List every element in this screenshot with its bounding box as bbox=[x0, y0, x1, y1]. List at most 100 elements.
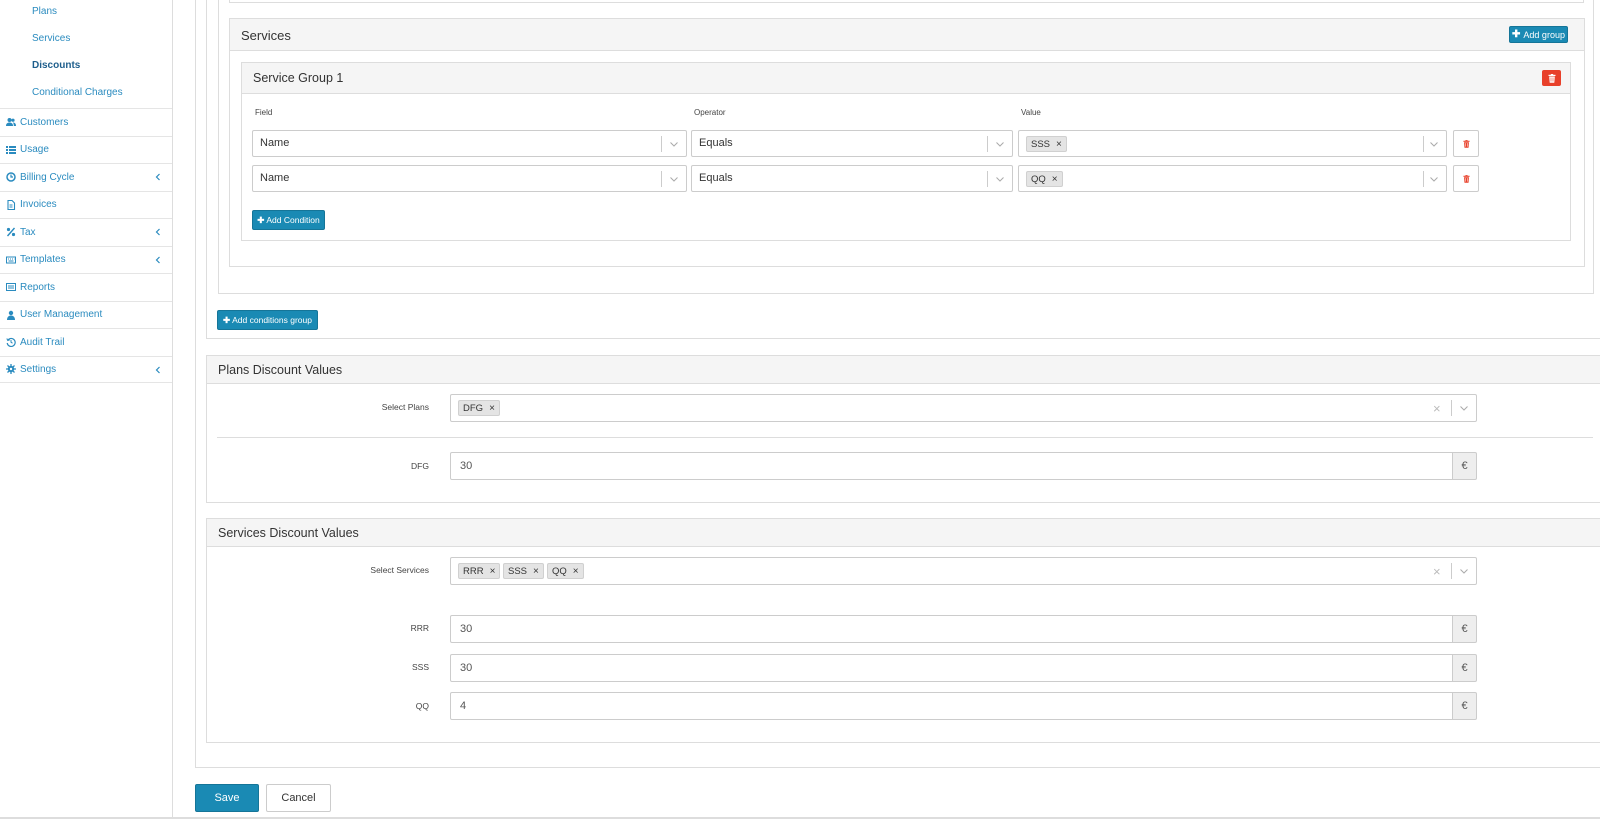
plus-icon: ✚ bbox=[257, 214, 265, 225]
cancel-button[interactable]: Cancel bbox=[266, 784, 331, 812]
select-plans-label: Select Plans bbox=[381, 402, 429, 412]
sidebar-item-templates[interactable]: Templates bbox=[0, 245, 172, 274]
chevron-down-icon bbox=[669, 174, 679, 184]
file-icon bbox=[6, 199, 16, 210]
remove-tag-icon[interactable]: × bbox=[533, 566, 539, 577]
currency-addon: € bbox=[1453, 692, 1477, 720]
sidebar-subitem-discounts[interactable]: Discounts bbox=[0, 54, 172, 81]
plan-tag: DFG × bbox=[458, 400, 500, 416]
keyboard-icon bbox=[6, 255, 16, 265]
field-select-value: Name bbox=[260, 137, 290, 149]
value-multiselect[interactable]: SSS × bbox=[1018, 130, 1447, 157]
value-tag-label: SSS bbox=[1031, 138, 1051, 150]
operator-column-label: Operator bbox=[694, 108, 726, 117]
sidebar-subitem-plans[interactable]: Plans bbox=[0, 0, 172, 27]
select-separator bbox=[987, 171, 988, 187]
save-button[interactable]: Save bbox=[195, 784, 259, 812]
sidebar-item-label: Settings bbox=[20, 363, 57, 375]
operator-select[interactable]: Equals bbox=[691, 130, 1013, 157]
select-plans-input[interactable]: DFG × × bbox=[450, 394, 1477, 422]
service-value-text: 30 bbox=[460, 623, 473, 635]
sidebar-item-label: Tax bbox=[20, 226, 36, 238]
select-separator bbox=[1451, 400, 1452, 416]
service-value-input[interactable]: 30 bbox=[450, 615, 1453, 643]
sidebar-item-user-management[interactable]: User Management bbox=[0, 300, 172, 329]
value-tag-label: QQ bbox=[1031, 173, 1046, 185]
operator-select[interactable]: Equals bbox=[691, 165, 1013, 192]
remove-tag-icon[interactable]: × bbox=[489, 403, 495, 414]
services-discount-header: Services Discount Values bbox=[207, 519, 1600, 547]
chevron-left-icon bbox=[154, 172, 162, 182]
remove-tag-icon[interactable]: × bbox=[490, 566, 496, 577]
chevron-down-icon bbox=[1429, 174, 1439, 184]
chevron-left-icon bbox=[154, 255, 162, 265]
field-select[interactable]: Name bbox=[252, 165, 687, 192]
chevron-down-icon bbox=[995, 174, 1005, 184]
service-value-label: QQ bbox=[415, 701, 429, 711]
plans-discount-title: Plans Discount Values bbox=[218, 363, 343, 377]
sidebar-item-settings[interactable]: Settings bbox=[0, 355, 172, 383]
select-services-input[interactable]: RRR × SSS × QQ × × bbox=[450, 557, 1477, 585]
user-icon bbox=[6, 310, 16, 320]
divider bbox=[217, 437, 1593, 438]
chevron-down-icon bbox=[1459, 403, 1469, 413]
services-panel-title: Services bbox=[241, 28, 291, 43]
service-tag-label: QQ bbox=[552, 565, 567, 577]
service-tag-label: SSS bbox=[508, 565, 528, 577]
select-separator bbox=[1451, 563, 1452, 579]
field-column-label: Field bbox=[255, 108, 273, 117]
clear-icon[interactable]: × bbox=[1433, 564, 1441, 579]
list-icon bbox=[6, 145, 16, 155]
value-multiselect[interactable]: QQ × bbox=[1018, 165, 1447, 192]
sidebar-subitem-conditional-charges[interactable]: Conditional Charges bbox=[0, 81, 172, 108]
sidebar-nav: Customers Usage Billing Cycle Invoices T… bbox=[0, 108, 172, 383]
trash-icon bbox=[1548, 73, 1555, 83]
service-tag: SSS × bbox=[503, 563, 544, 579]
operator-select-value: Equals bbox=[699, 137, 733, 149]
add-group-button[interactable]: ✚ Add group bbox=[1509, 26, 1568, 43]
sidebar-item-invoices[interactable]: Invoices bbox=[0, 190, 172, 219]
sidebar: Plans Services Discounts Conditional Cha… bbox=[0, 0, 173, 819]
percent-icon bbox=[6, 227, 16, 237]
sidebar-item-billing-cycle[interactable]: Billing Cycle bbox=[0, 163, 172, 191]
sidebar-item-tax[interactable]: Tax bbox=[0, 218, 172, 246]
remove-tag-icon[interactable]: × bbox=[1056, 139, 1062, 150]
plan-tag-label: DFG bbox=[463, 402, 484, 414]
add-conditions-group-button[interactable]: ✚ Add conditions group bbox=[217, 310, 318, 330]
sidebar-subitem-services[interactable]: Services bbox=[0, 27, 172, 54]
sidebar-subnav: Plans Services Discounts Conditional Cha… bbox=[0, 0, 172, 108]
sidebar-item-reports[interactable]: Reports bbox=[0, 273, 172, 301]
delete-condition-button[interactable] bbox=[1453, 165, 1479, 192]
service-value-input[interactable]: 30 bbox=[450, 654, 1453, 682]
add-condition-button[interactable]: ✚ Add Condition bbox=[252, 210, 325, 230]
users-icon bbox=[6, 117, 16, 127]
sidebar-item-label: Templates bbox=[20, 254, 66, 266]
sidebar-item-label: Reports bbox=[20, 281, 56, 293]
service-value-input[interactable]: 4 bbox=[450, 692, 1453, 720]
plan-value-text: 30 bbox=[460, 460, 473, 472]
service-value-label: SSS bbox=[411, 662, 429, 672]
delete-condition-button[interactable] bbox=[1453, 130, 1479, 157]
clear-icon[interactable]: × bbox=[1433, 401, 1441, 416]
service-value-label: RRR bbox=[410, 623, 429, 633]
remove-tag-icon[interactable]: × bbox=[573, 566, 579, 577]
sidebar-item-audit-trail[interactable]: Audit Trail bbox=[0, 328, 172, 356]
sidebar-item-customers[interactable]: Customers bbox=[0, 108, 172, 136]
remove-tag-icon[interactable]: × bbox=[1052, 174, 1058, 185]
plan-value-input[interactable]: 30 bbox=[450, 452, 1453, 480]
plus-icon: ✚ bbox=[1512, 29, 1521, 40]
delete-group-button[interactable] bbox=[1542, 70, 1561, 86]
service-value-group: 30 € bbox=[450, 615, 1477, 643]
service-value-group: 4 € bbox=[450, 692, 1477, 720]
service-value-text: 30 bbox=[460, 662, 473, 674]
trash-icon bbox=[1462, 174, 1470, 183]
sidebar-item-usage[interactable]: Usage bbox=[0, 135, 172, 164]
field-select[interactable]: Name bbox=[252, 130, 687, 157]
clock-icon bbox=[6, 172, 16, 182]
services-discount-title: Services Discount Values bbox=[218, 526, 359, 540]
chevron-down-icon bbox=[995, 139, 1005, 149]
service-tag: RRR × bbox=[458, 563, 501, 579]
chevron-down-icon bbox=[669, 139, 679, 149]
service-group-header: Service Group 1 bbox=[242, 63, 1570, 94]
currency-addon: € bbox=[1453, 615, 1477, 643]
